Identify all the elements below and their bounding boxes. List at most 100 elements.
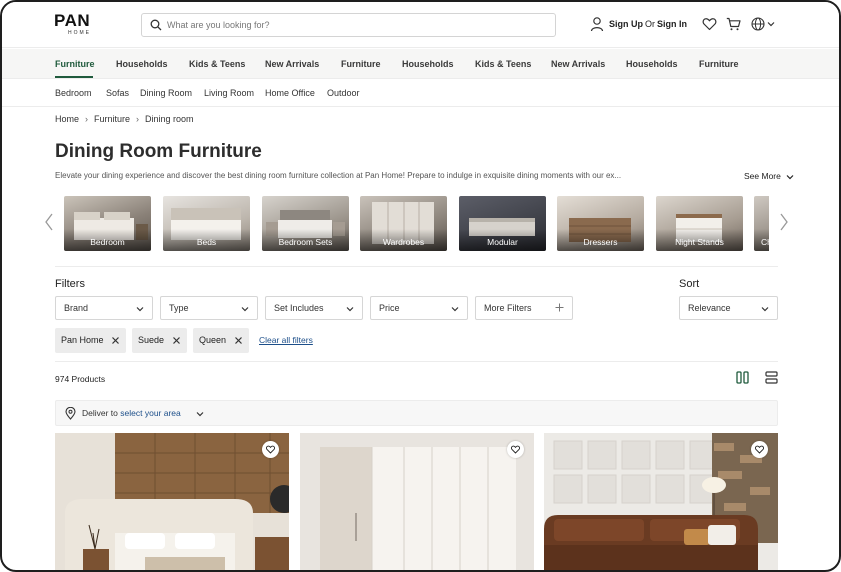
- type-filter-dropdown[interactable]: Type: [160, 296, 258, 320]
- search-bar[interactable]: [141, 13, 556, 37]
- site-header: PAN HOME Sign UpOrSign In: [2, 2, 839, 48]
- category-nav: Furniture Households Kids & Teens New Ar…: [2, 49, 839, 79]
- product-image: [300, 433, 534, 570]
- active-tab-indicator: [55, 76, 93, 78]
- heart-icon: [755, 445, 764, 454]
- clear-all-filters-link[interactable]: Clear all filters: [259, 335, 313, 345]
- sub-nav-item-outdoor[interactable]: Outdoor: [327, 88, 360, 98]
- more-filters-button[interactable]: More Filters: [475, 296, 573, 320]
- see-more-button[interactable]: See More: [744, 171, 794, 181]
- sort-dropdown[interactable]: Relevance: [679, 296, 778, 320]
- list-view-icon[interactable]: [765, 371, 778, 384]
- chevron-down-icon: [196, 412, 204, 417]
- category-nav-item-furniture[interactable]: Furniture: [341, 59, 381, 69]
- section-divider: [55, 266, 778, 267]
- sub-nav-item-dining-room[interactable]: Dining Room: [140, 88, 192, 98]
- chip-label: Suede: [138, 335, 165, 345]
- select-area-link[interactable]: select your area: [120, 408, 180, 418]
- category-tile-modular[interactable]: Modular: [459, 196, 546, 251]
- product-image: [55, 433, 289, 570]
- category-tile-beds[interactable]: Beds: [163, 196, 250, 251]
- sort-title: Sort: [679, 278, 700, 290]
- brand-filter-dropdown[interactable]: Brand: [55, 296, 153, 320]
- add-to-wishlist-button[interactable]: [262, 441, 279, 458]
- category-nav-item-kids-teens[interactable]: Kids & Teens: [189, 59, 245, 69]
- category-nav-item-households[interactable]: Households: [626, 59, 678, 69]
- chip-label: Queen: [199, 335, 227, 345]
- close-icon[interactable]: [173, 337, 180, 344]
- user-icon[interactable]: [590, 16, 604, 32]
- breadcrumb-furniture[interactable]: Furniture: [94, 114, 130, 124]
- auth-links: Sign Up Or Sign In: [609, 19, 687, 29]
- pan-home-logo[interactable]: PAN HOME: [54, 12, 108, 37]
- category-tile-bedroom-sets[interactable]: Bedroom Sets: [262, 196, 349, 251]
- chip-label: Pan Home: [61, 335, 104, 345]
- sign-up-link[interactable]: Sign Up: [609, 19, 643, 29]
- breadcrumb-home[interactable]: Home: [55, 114, 79, 124]
- close-icon[interactable]: [112, 337, 119, 344]
- grid-view-icon[interactable]: [736, 371, 749, 384]
- category-nav-item-households[interactable]: Households: [402, 59, 454, 69]
- add-to-wishlist-button[interactable]: [751, 441, 768, 458]
- category-carousel: Bedroom Beds Bedroom Sets Wardrobes Modu…: [64, 196, 769, 252]
- product-card[interactable]: [300, 433, 534, 570]
- deliver-text: Deliver to select your area: [82, 408, 181, 418]
- category-nav-item-new-arrivals[interactable]: New Arrivals: [265, 59, 319, 69]
- active-filter-chip[interactable]: Pan Home: [55, 328, 126, 353]
- browser-frame: PAN HOME Sign UpOrSign In: [0, 0, 841, 572]
- category-tile-label: Bedroom: [90, 237, 125, 247]
- category-tile-bedroom[interactable]: Bedroom: [64, 196, 151, 251]
- price-filter-dropdown[interactable]: Price: [370, 296, 468, 320]
- deliver-prefix: Deliver to: [82, 408, 118, 418]
- close-icon[interactable]: [235, 337, 242, 344]
- product-card[interactable]: [55, 433, 289, 570]
- sign-in-link[interactable]: Sign In: [657, 19, 687, 29]
- category-nav-item-furniture[interactable]: Furniture: [699, 59, 739, 69]
- carousel-next-arrow-icon[interactable]: [779, 212, 789, 232]
- chevron-down-icon: [346, 307, 354, 312]
- breadcrumb-separator-icon: ›: [85, 114, 89, 124]
- active-filter-chip[interactable]: Suede: [132, 328, 187, 353]
- set-includes-filter-dropdown[interactable]: Set Includes: [265, 296, 363, 320]
- sub-nav-item-home-office[interactable]: Home Office: [265, 88, 315, 98]
- category-tile-dressers[interactable]: Dressers: [557, 196, 644, 251]
- category-tile-wardrobes[interactable]: Wardrobes: [360, 196, 447, 251]
- search-input[interactable]: [167, 17, 547, 33]
- sub-nav-item-sofas[interactable]: Sofas: [106, 88, 129, 98]
- sub-nav: Bedroom Sofas Dining Room Living Room Ho…: [2, 80, 839, 107]
- see-more-label: See More: [744, 171, 781, 181]
- category-tile-night-stands[interactable]: Night Stands: [656, 196, 743, 251]
- active-filter-chip[interactable]: Queen: [193, 328, 249, 353]
- chevron-down-icon: [241, 307, 249, 312]
- chevron-down-icon: [786, 174, 794, 180]
- sub-nav-item-bedroom[interactable]: Bedroom: [55, 88, 92, 98]
- category-tile-label: Chests: [761, 237, 769, 247]
- dropdown-label: More Filters: [484, 303, 532, 313]
- language-chevron-down-icon[interactable]: [767, 21, 775, 27]
- category-nav-item-kids-teens[interactable]: Kids & Teens: [475, 59, 531, 69]
- wishlist-heart-icon[interactable]: [702, 17, 717, 31]
- add-to-wishlist-button[interactable]: [507, 441, 524, 458]
- section-divider: [55, 361, 778, 362]
- breadcrumb: Home › Furniture › Dining room: [55, 114, 194, 124]
- cart-icon[interactable]: [726, 17, 741, 31]
- category-nav-item-households[interactable]: Households: [116, 59, 168, 69]
- deliver-to-bar[interactable]: Deliver to select your area: [55, 400, 778, 426]
- category-tile-label: Dressers: [583, 237, 618, 247]
- category-nav-item-furniture[interactable]: Furniture: [55, 59, 95, 69]
- category-nav-item-new-arrivals[interactable]: New Arrivals: [551, 59, 605, 69]
- category-tile-chests[interactable]: Chests: [754, 196, 769, 251]
- heart-icon: [511, 445, 520, 454]
- category-tile-label: Beds: [196, 237, 217, 247]
- dropdown-label: Brand: [64, 303, 89, 313]
- product-card[interactable]: [544, 433, 778, 570]
- sub-nav-item-living-room[interactable]: Living Room: [204, 88, 254, 98]
- carousel-prev-arrow-icon[interactable]: [44, 212, 54, 232]
- product-count: 974 Products: [55, 374, 106, 384]
- category-tile-label: Wardrobes: [382, 237, 425, 247]
- globe-icon[interactable]: [751, 17, 765, 31]
- dropdown-label: Price: [379, 303, 400, 313]
- heart-icon: [266, 445, 275, 454]
- sort-value: Relevance: [688, 303, 731, 313]
- page-description: Elevate your dining experience and disco…: [55, 171, 622, 180]
